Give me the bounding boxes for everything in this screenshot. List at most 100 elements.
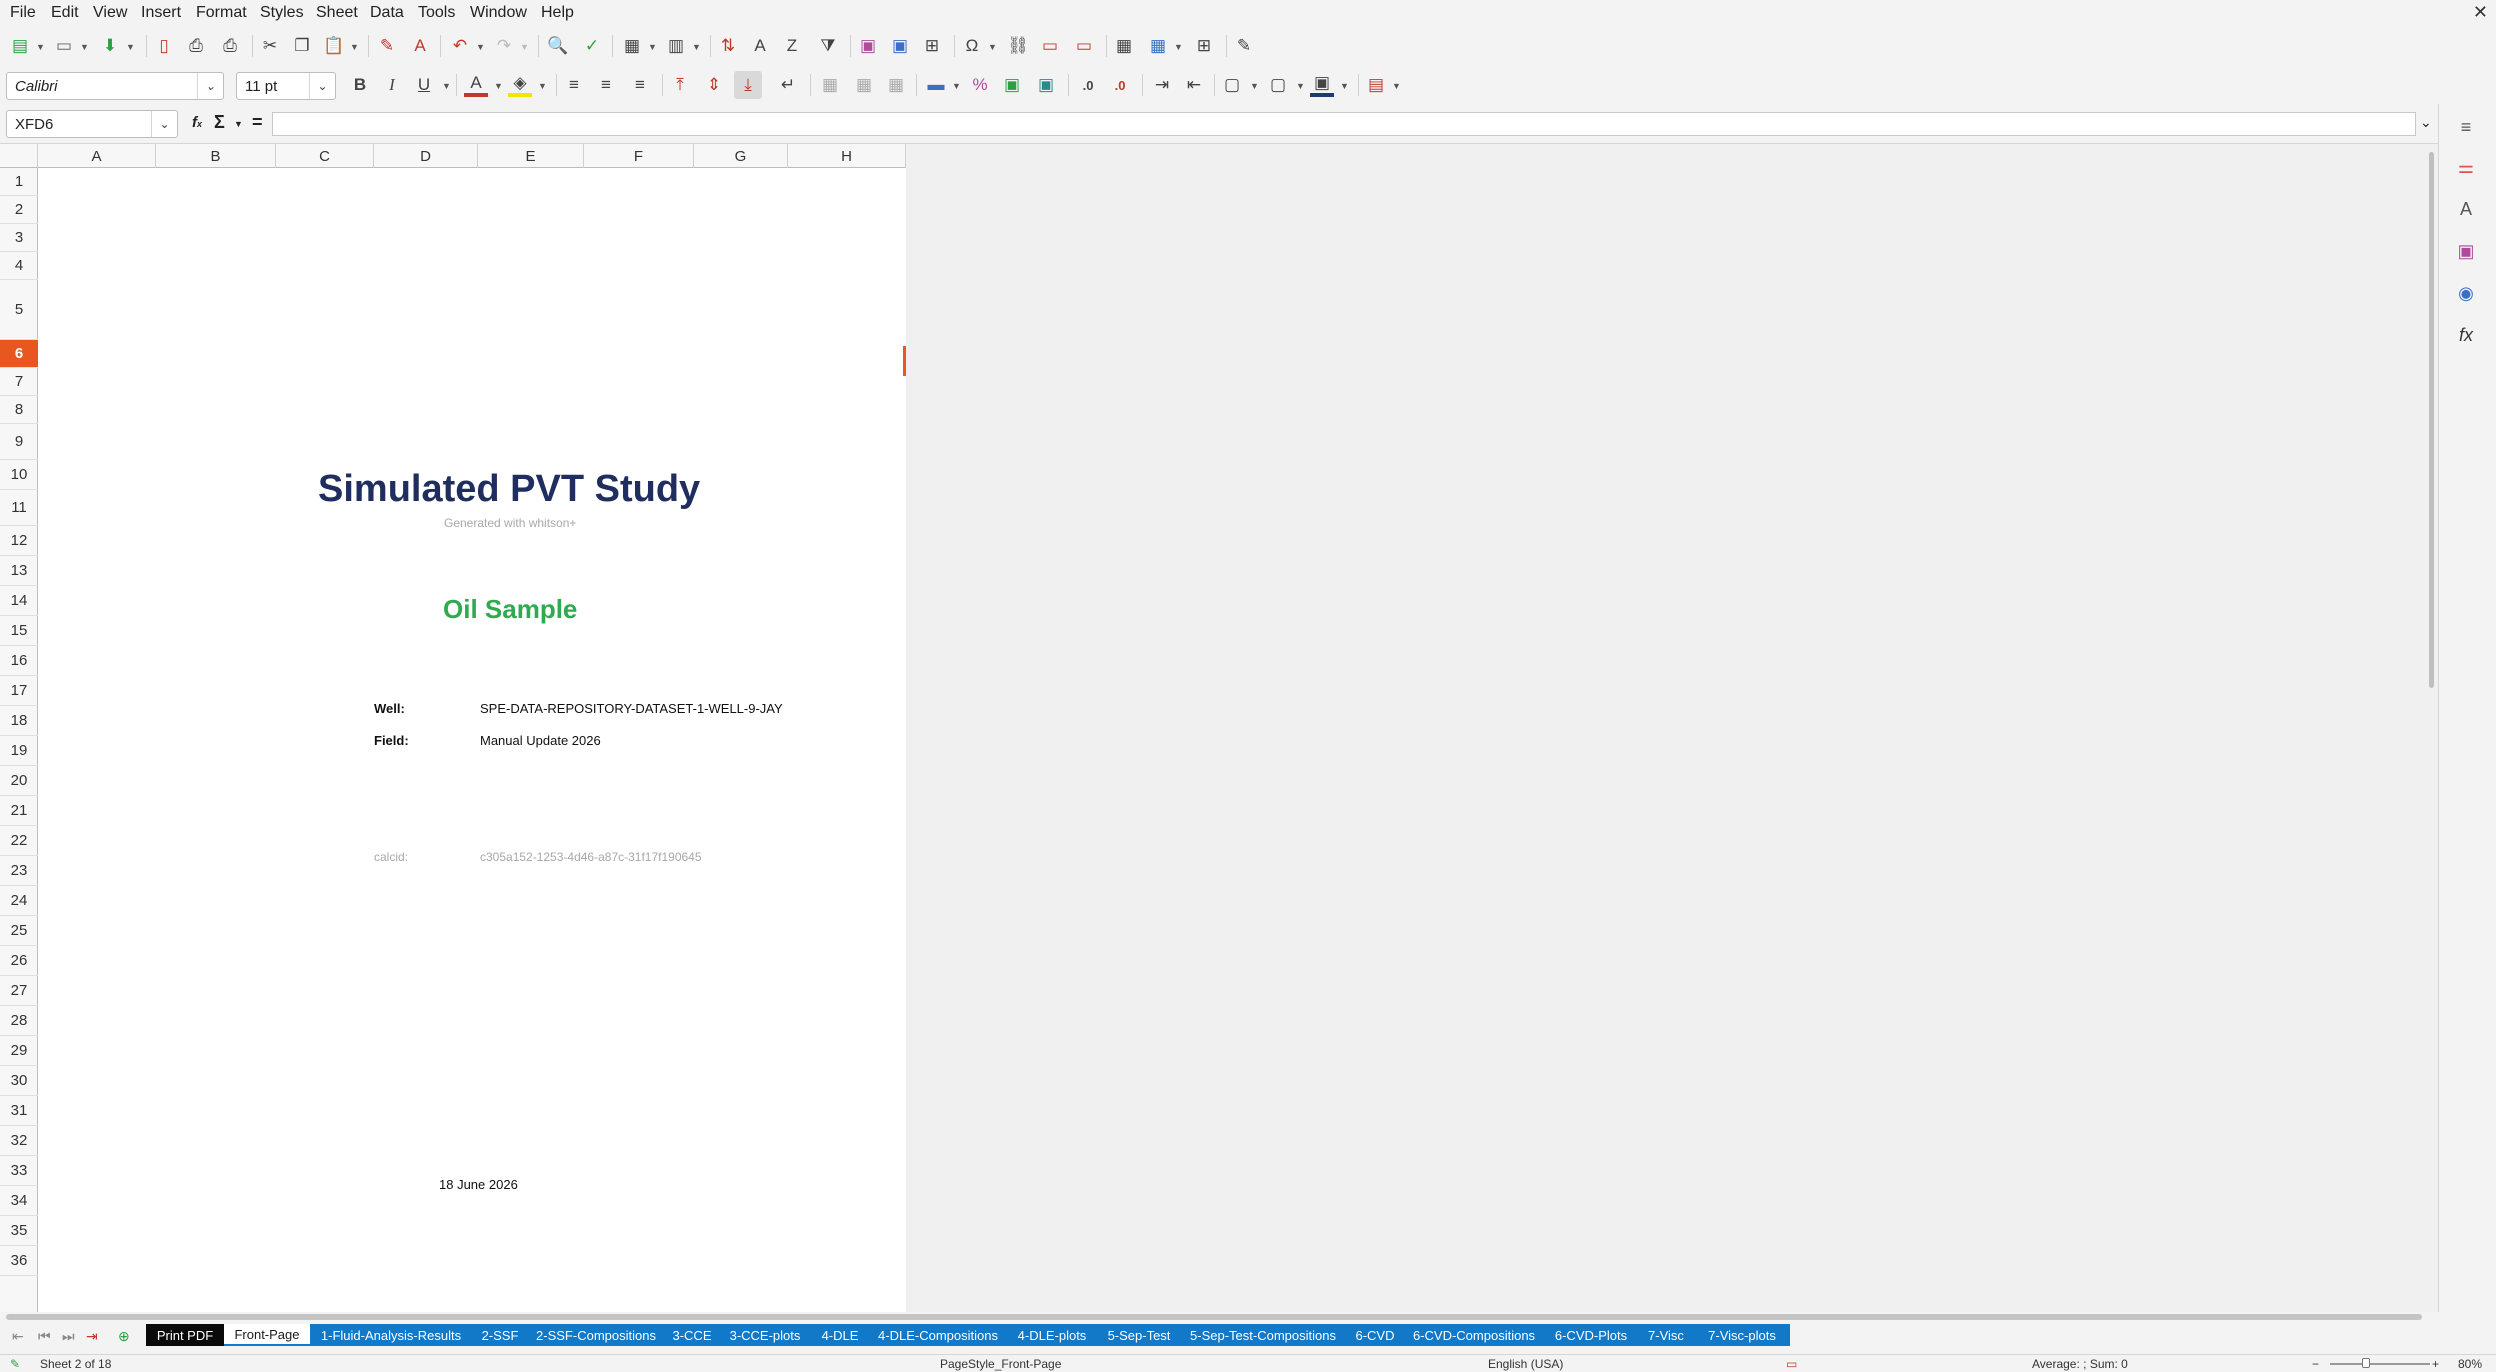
border-style-dropdown-icon[interactable]: ▼ xyxy=(1296,81,1306,91)
row-header-32[interactable]: 32 xyxy=(0,1126,38,1156)
sheet-tab-ssf[interactable]: 2-SSF xyxy=(472,1324,528,1346)
function-wizard-icon[interactable]: fx xyxy=(192,114,202,131)
horizontal-scrollbar-thumb[interactable] xyxy=(6,1314,2422,1320)
previous-sheet-icon[interactable]: ⏮ xyxy=(38,1328,51,1345)
copy-icon[interactable]: ❐ xyxy=(290,34,314,58)
wrap-text-icon[interactable]: ↵ xyxy=(776,73,800,97)
print-preview-icon[interactable]: ⎙ xyxy=(218,34,242,58)
row-header-20[interactable]: 20 xyxy=(0,766,38,796)
center-vertically-icon[interactable]: ⇕ xyxy=(702,73,726,97)
unmerge-cells-icon[interactable]: ▦ xyxy=(884,73,908,97)
font-size-combo[interactable]: 11 pt ⌄ xyxy=(236,72,336,100)
row-header-15[interactable]: 15 xyxy=(0,616,38,646)
undo-dropdown-icon[interactable]: ▼ xyxy=(476,42,486,52)
next-sheet-icon[interactable]: ⏭ xyxy=(62,1328,75,1345)
clone-formatting-icon[interactable]: ✎ xyxy=(375,34,399,58)
delete-decimal-place-icon[interactable]: .0 xyxy=(1108,73,1132,97)
special-character-dropdown-icon[interactable]: ▼ xyxy=(988,42,998,52)
formula-input[interactable] xyxy=(272,112,2416,136)
sheet-tab-front-page[interactable]: Front-Page xyxy=(224,1324,310,1346)
autofilter-icon[interactable]: ⧩ xyxy=(816,34,840,58)
menu-window[interactable]: Window xyxy=(470,4,527,22)
sheet-tab-cce-plots[interactable]: 3-CCE-plots xyxy=(720,1324,810,1346)
row-header-26[interactable]: 26 xyxy=(0,946,38,976)
column-header-d[interactable]: D xyxy=(374,144,478,168)
pivot-table-icon[interactable]: ⊞ xyxy=(920,34,944,58)
sum-dropdown-icon[interactable]: ▼ xyxy=(234,119,243,129)
find-replace-icon[interactable]: 🔍 xyxy=(546,34,570,58)
freeze-rows-columns-icon[interactable]: ▦ xyxy=(1146,34,1170,58)
column-header-g[interactable]: G xyxy=(694,144,788,168)
zoom-level[interactable]: 80% xyxy=(2458,1357,2482,1371)
selection-summary[interactable]: Average: ; Sum: 0 xyxy=(2032,1357,2128,1371)
sheet-tab-cvd-plots[interactable]: 6-CVD-Plots xyxy=(1544,1324,1638,1346)
add-sheet-icon[interactable]: ⊕ xyxy=(118,1328,130,1345)
save-dropdown-icon[interactable]: ▼ xyxy=(126,42,136,52)
increase-indent-icon[interactable]: ⇥ xyxy=(1150,73,1174,97)
horizontal-scrollbar[interactable] xyxy=(6,1314,2426,1322)
menu-data[interactable]: Data xyxy=(370,4,404,22)
split-window-icon[interactable]: ⊞ xyxy=(1192,34,1216,58)
name-box-dropdown-icon[interactable]: ⌄ xyxy=(151,111,177,137)
add-decimal-place-icon[interactable]: .0 xyxy=(1076,73,1100,97)
zoom-out-icon[interactable]: − xyxy=(2312,1357,2319,1371)
vertical-scrollbar-thumb[interactable] xyxy=(2429,152,2434,688)
font-name-dropdown-icon[interactable]: ⌄ xyxy=(197,73,223,99)
row-dropdown-icon[interactable]: ▼ xyxy=(648,42,658,52)
row-header-35[interactable]: 35 xyxy=(0,1216,38,1246)
row-header-2[interactable]: 2 xyxy=(0,196,38,224)
row-header-1[interactable]: 1 xyxy=(0,168,38,196)
decrease-indent-icon[interactable]: ⇤ xyxy=(1182,73,1206,97)
row-header-9[interactable]: 9 xyxy=(0,424,38,460)
format-as-date-icon[interactable]: ▣ xyxy=(1034,73,1058,97)
gallery-icon[interactable]: ▣ xyxy=(2453,238,2479,264)
freeze-dropdown-icon[interactable]: ▼ xyxy=(1174,42,1184,52)
sheet-tab-sep-test-compositions[interactable]: 5-Sep-Test-Compositions xyxy=(1180,1324,1346,1346)
merge-cells-icon[interactable]: ▦ xyxy=(852,73,876,97)
sidebar-menu-icon[interactable]: ≡ xyxy=(2453,114,2479,140)
border-color-icon[interactable]: ▣ xyxy=(1310,73,1334,97)
row-header-8[interactable]: 8 xyxy=(0,396,38,424)
menu-styles[interactable]: Styles xyxy=(260,4,304,22)
clear-formatting-icon[interactable]: A xyxy=(408,34,432,58)
redo-dropdown-icon[interactable]: ▼ xyxy=(520,42,530,52)
column-icon[interactable]: ▥ xyxy=(664,34,688,58)
menu-format[interactable]: Format xyxy=(196,4,247,22)
row-header-14[interactable]: 14 xyxy=(0,586,38,616)
paste-dropdown-icon[interactable]: ▼ xyxy=(350,42,360,52)
borders-dropdown-icon[interactable]: ▼ xyxy=(1250,81,1260,91)
column-header-c[interactable]: C xyxy=(276,144,374,168)
sheet-tab-cvd-compositions[interactable]: 6-CVD-Compositions xyxy=(1404,1324,1544,1346)
sum-icon[interactable]: Σ xyxy=(214,112,225,133)
new-document-icon[interactable]: ▤ xyxy=(8,34,32,58)
sort-icon[interactable]: ⇅ xyxy=(716,34,740,58)
format-as-currency-icon[interactable]: ▬ xyxy=(924,73,948,97)
row-header-24[interactable]: 24 xyxy=(0,886,38,916)
row-header-5[interactable]: 5 xyxy=(0,280,38,340)
currency-dropdown-icon[interactable]: ▼ xyxy=(952,81,962,91)
highlighting-color-icon[interactable]: ◈ xyxy=(508,73,532,97)
row-header-28[interactable]: 28 xyxy=(0,1006,38,1036)
comment-icon[interactable]: ▭ xyxy=(1038,34,1062,58)
document-modified-icon[interactable]: ✎ xyxy=(10,1357,20,1371)
sheet-tab-ssf-compositions[interactable]: 2-SSF-Compositions xyxy=(528,1324,664,1346)
row-header-25[interactable]: 25 xyxy=(0,916,38,946)
zoom-in-icon[interactable]: + xyxy=(2432,1357,2439,1371)
spelling-icon[interactable]: ✓ xyxy=(580,34,604,58)
new-dropdown-icon[interactable]: ▼ xyxy=(36,42,46,52)
align-right-icon[interactable]: ≡ xyxy=(628,73,652,97)
bold-icon[interactable]: B xyxy=(348,73,372,97)
expand-formula-bar-icon[interactable]: ⌄ xyxy=(2420,114,2432,131)
row-header-16[interactable]: 16 xyxy=(0,646,38,676)
selection-mode-icon[interactable]: ▭ xyxy=(1786,1357,1797,1371)
row-header-18[interactable]: 18 xyxy=(0,706,38,736)
merge-center-icon[interactable]: ▦ xyxy=(818,73,842,97)
align-top-icon[interactable]: ⤒ xyxy=(668,73,692,97)
borders-icon[interactable]: ▢ xyxy=(1220,73,1244,97)
cut-icon[interactable]: ✂ xyxy=(258,34,282,58)
row-header-30[interactable]: 30 xyxy=(0,1066,38,1096)
font-size-dropdown-icon[interactable]: ⌄ xyxy=(309,73,335,99)
row-header-23[interactable]: 23 xyxy=(0,856,38,886)
column-header-e[interactable]: E xyxy=(478,144,584,168)
paste-icon[interactable]: 📋 xyxy=(322,34,346,58)
